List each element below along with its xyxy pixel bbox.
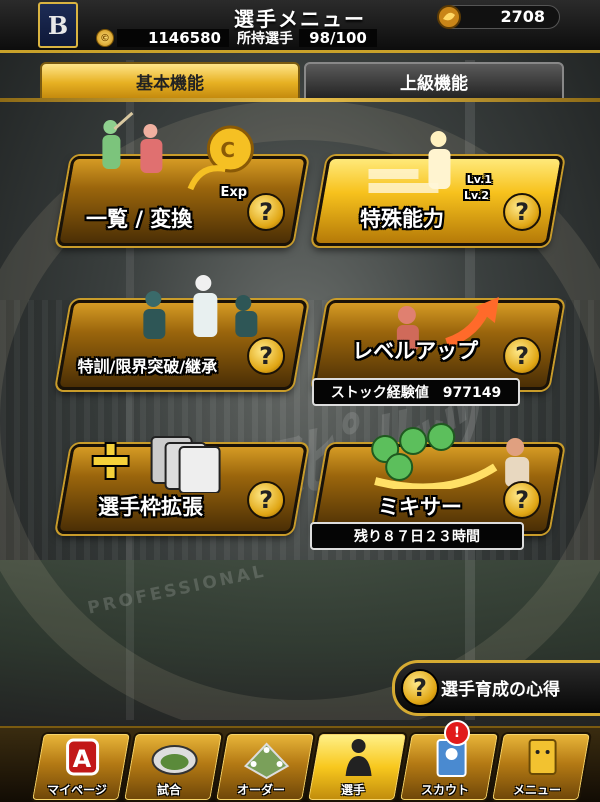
- player-development-guide-button[interactable]: ? 選手育成の心得: [392, 660, 600, 716]
- svg-text:A: A: [73, 745, 92, 773]
- list-exchange-button[interactable]: C Exp 一覧 / 変換 ?: [56, 111, 308, 246]
- slot-expand-button[interactable]: 選手枠拡張 ?: [56, 436, 308, 534]
- nav-order-label: オーダー: [237, 783, 286, 797]
- tab-basic-functions[interactable]: 基本機能: [40, 62, 300, 100]
- plus-cards-art-icon: [91, 436, 221, 493]
- players-training-art-icon: [143, 275, 258, 339]
- coin-icon: ©: [96, 29, 114, 47]
- nav-game[interactable]: 試合: [121, 732, 225, 802]
- nav-mypage[interactable]: A マイページ: [29, 732, 133, 802]
- resource-row: © 1146580 所持選手 98/100: [96, 28, 377, 48]
- nav-scout-label: スカウト: [421, 783, 470, 797]
- svg-text:C: C: [220, 138, 235, 162]
- list-exchange-help-button[interactable]: ?: [247, 193, 286, 231]
- nav-menu-label: メニュー: [513, 783, 562, 797]
- player-icon: [345, 739, 372, 776]
- pitcher-art-icon: [368, 131, 451, 193]
- nav-game-label: 試合: [157, 783, 182, 797]
- nav-menu[interactable]: メニュー: [489, 732, 593, 802]
- mixer-button[interactable]: ミキサー ?: [312, 423, 564, 534]
- list-exchange-label: 一覧 / 変換: [86, 207, 193, 231]
- nav-player[interactable]: 選手: [305, 732, 409, 802]
- slot-expand-label: 選手枠拡張: [98, 495, 204, 519]
- lv1-tag: Lv.1: [466, 173, 492, 186]
- training-label: 特訓/限界突破/継承: [77, 357, 218, 376]
- guide-help-icon: ?: [401, 669, 439, 707]
- nav-player-label: 選手: [341, 783, 366, 797]
- slot-expand-help-button[interactable]: ?: [247, 481, 286, 519]
- gem-counter[interactable]: 2708: [437, 5, 560, 29]
- gem-icon: [437, 5, 461, 29]
- training-button[interactable]: 特訓/限界突破/継承 ?: [56, 275, 308, 390]
- nav-mypage-label: マイページ: [47, 783, 107, 797]
- exp-art-label: Exp: [220, 185, 248, 200]
- stock-exp-label: ストック経験値 977149: [312, 378, 520, 406]
- mypage-icon: A: [66, 738, 100, 776]
- header-bar: B 選手メニュー 2708 © 1146580 所持選手 98/100: [0, 0, 600, 53]
- special-ability-help-button[interactable]: ?: [503, 193, 542, 231]
- special-ability-button[interactable]: Lv.1 Lv.2 特殊能力 ?: [312, 131, 564, 246]
- mixer-remaining-time: 残り８７日２３時間: [310, 522, 524, 550]
- coin-count: 1146580: [117, 29, 229, 47]
- owned-players-label: 所持選手: [237, 31, 293, 47]
- training-help-button[interactable]: ?: [247, 337, 286, 375]
- stadium-icon: [151, 745, 198, 775]
- lv2-tag: Lv.2: [463, 189, 490, 202]
- level-up-help-button[interactable]: ?: [503, 337, 542, 375]
- guide-label: 選手育成の心得: [441, 680, 560, 700]
- owned-players-count: 98/100: [299, 29, 377, 47]
- mixer-art-icon: [371, 423, 530, 489]
- special-ability-label: 特殊能力: [360, 207, 445, 231]
- mixer-help-button[interactable]: ?: [503, 481, 542, 519]
- menu-box-icon: [528, 739, 557, 775]
- tab-underline: [0, 98, 600, 102]
- scout-notification-badge: !: [444, 720, 470, 746]
- level-up-label: レベルアップ: [352, 339, 479, 363]
- nav-order[interactable]: オーダー: [213, 732, 317, 802]
- tab-advanced-functions[interactable]: 上級機能: [304, 62, 564, 100]
- level-up-button[interactable]: レベルアップ ?: [312, 297, 564, 390]
- mixer-label: ミキサー: [378, 495, 463, 519]
- gem-count: 2708: [500, 7, 545, 26]
- field-order-icon: [243, 742, 290, 780]
